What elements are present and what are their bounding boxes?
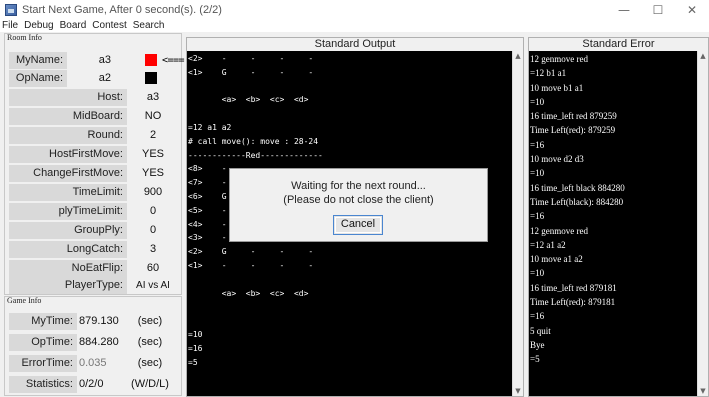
title-bar: Start Next Game, After 0 second(s). (2/2… bbox=[0, 0, 709, 20]
statistics-value: 0/2/0 bbox=[79, 378, 104, 390]
room-info-panel: Room Info MyName: a3 <=== OpName: a2 Hos… bbox=[4, 33, 185, 295]
host-label: Host: bbox=[9, 88, 127, 106]
my-name-row: MyName: a3 <=== bbox=[9, 51, 185, 69]
game-info-panel: Game Info MyTime: 879.130 (sec) OpTime: … bbox=[4, 296, 182, 396]
my-name-value: a3 bbox=[98, 54, 111, 66]
menu-bar: File Debug Board Contest Search bbox=[0, 20, 709, 32]
op-name-label: OpName: bbox=[9, 69, 67, 87]
op-time-value: 884.280 bbox=[79, 336, 119, 348]
stderr-panel: Standard Error 12 genmove red =12 b1 a1 … bbox=[528, 37, 709, 397]
dialog-line-2: (Please do not close the client) bbox=[283, 194, 434, 206]
host-first-move-value: YES bbox=[141, 148, 164, 160]
minimize-button[interactable]: — bbox=[607, 0, 641, 20]
player-type-value: AI vs AI bbox=[136, 279, 170, 291]
close-button[interactable]: ✕ bbox=[675, 0, 709, 20]
time-limit-value: 900 bbox=[143, 186, 163, 198]
window-title: Start Next Game, After 0 second(s). (2/2… bbox=[22, 4, 222, 16]
menu-file[interactable]: File bbox=[2, 20, 18, 32]
statistics-label: Statistics: bbox=[9, 375, 77, 393]
host-first-move-label: HostFirstMove: bbox=[9, 145, 127, 163]
room-info-title: Room Info bbox=[7, 33, 42, 42]
stderr-console[interactable]: 12 genmove red =12 b1 a1 10 move b1 a1 =… bbox=[529, 51, 697, 396]
player-type-label: PlayerType: bbox=[9, 276, 127, 294]
scroll-up-icon[interactable]: ▲ bbox=[513, 51, 523, 61]
op-name-value: a2 bbox=[98, 72, 111, 84]
stderr-scrollbar[interactable]: ▲ ▼ bbox=[697, 51, 708, 396]
ply-time-limit-value: 0 bbox=[149, 205, 157, 217]
info-row: GroupPly: 0 bbox=[9, 221, 179, 239]
long-catch-value: 3 bbox=[149, 243, 157, 255]
info-row: TimeLimit: 900 bbox=[9, 183, 179, 201]
change-first-move-label: ChangeFirstMove: bbox=[9, 164, 127, 182]
info-row: Host: a3 bbox=[9, 88, 179, 106]
op-color-swatch bbox=[145, 72, 157, 84]
midboard-label: MidBoard: bbox=[9, 107, 127, 125]
midboard-value: NO bbox=[144, 110, 162, 122]
stdout-scrollbar[interactable]: ▲ ▼ bbox=[512, 51, 523, 396]
host-value: a3 bbox=[146, 91, 160, 103]
menu-debug[interactable]: Debug bbox=[24, 20, 53, 32]
dialog-line-1: Waiting for the next round... bbox=[291, 180, 426, 192]
my-turn-arrow: <=== bbox=[162, 54, 185, 66]
ply-time-limit-label: plyTimeLimit: bbox=[9, 202, 127, 220]
stderr-title: Standard Error bbox=[529, 38, 708, 51]
stdout-title: Standard Output bbox=[187, 38, 523, 51]
statistics-unit: (W/D/L) bbox=[131, 378, 169, 390]
no-eat-flip-label: NoEatFlip: bbox=[9, 259, 127, 277]
info-row: Round: 2 bbox=[9, 126, 179, 144]
game-row: ErrorTime: 0.035 (sec) bbox=[9, 354, 175, 372]
error-time-label: ErrorTime: bbox=[9, 354, 77, 372]
no-eat-flip-value: 60 bbox=[146, 262, 160, 274]
menu-search[interactable]: Search bbox=[133, 20, 165, 32]
window-controls: — ☐ ✕ bbox=[607, 0, 709, 20]
game-row: MyTime: 879.130 (sec) bbox=[9, 312, 175, 330]
time-limit-label: TimeLimit: bbox=[9, 183, 127, 201]
game-row: Statistics: 0/2/0 (W/D/L) bbox=[9, 375, 175, 393]
scroll-up-icon[interactable]: ▲ bbox=[698, 51, 708, 61]
info-row: ChangeFirstMove: YES bbox=[9, 164, 179, 182]
dialog-message: Waiting for the next round... (Please do… bbox=[230, 179, 487, 207]
info-row: MidBoard: NO bbox=[9, 107, 179, 125]
info-row: PlayerType: AI vs AI bbox=[9, 276, 179, 294]
op-name-row: OpName: a2 bbox=[9, 69, 157, 87]
long-catch-label: LongCatch: bbox=[9, 240, 127, 258]
app-icon bbox=[5, 4, 17, 16]
scroll-down-icon[interactable]: ▼ bbox=[698, 386, 708, 396]
my-color-swatch bbox=[145, 54, 157, 66]
menu-board[interactable]: Board bbox=[60, 20, 87, 32]
round-label: Round: bbox=[9, 126, 127, 144]
group-ply-value: 0 bbox=[149, 224, 157, 236]
my-time-unit: (sec) bbox=[137, 315, 163, 327]
my-time-label: MyTime: bbox=[9, 312, 77, 330]
waiting-dialog: Waiting for the next round... (Please do… bbox=[229, 168, 488, 242]
my-name-label: MyName: bbox=[9, 51, 67, 69]
info-row: LongCatch: 3 bbox=[9, 240, 179, 258]
error-time-value: 0.035 bbox=[79, 357, 107, 369]
op-time-unit: (sec) bbox=[137, 336, 163, 348]
round-value: 2 bbox=[149, 129, 157, 141]
game-info-title: Game Info bbox=[7, 296, 42, 305]
stderr-text: 12 genmove red =12 b1 a1 10 move b1 a1 =… bbox=[530, 54, 625, 365]
my-time-value: 879.130 bbox=[79, 315, 119, 327]
info-row: HostFirstMove: YES bbox=[9, 145, 179, 163]
group-ply-label: GroupPly: bbox=[9, 221, 127, 239]
error-time-unit: (sec) bbox=[137, 357, 163, 369]
change-first-move-value: YES bbox=[141, 167, 164, 179]
scroll-down-icon[interactable]: ▼ bbox=[513, 386, 523, 396]
cancel-button[interactable]: Cancel bbox=[333, 215, 383, 235]
game-row: OpTime: 884.280 (sec) bbox=[9, 333, 175, 351]
maximize-button[interactable]: ☐ bbox=[641, 0, 675, 20]
info-row: plyTimeLimit: 0 bbox=[9, 202, 179, 220]
op-time-label: OpTime: bbox=[9, 333, 77, 351]
menu-contest[interactable]: Contest bbox=[92, 20, 126, 32]
info-row: NoEatFlip: 60 bbox=[9, 259, 179, 277]
